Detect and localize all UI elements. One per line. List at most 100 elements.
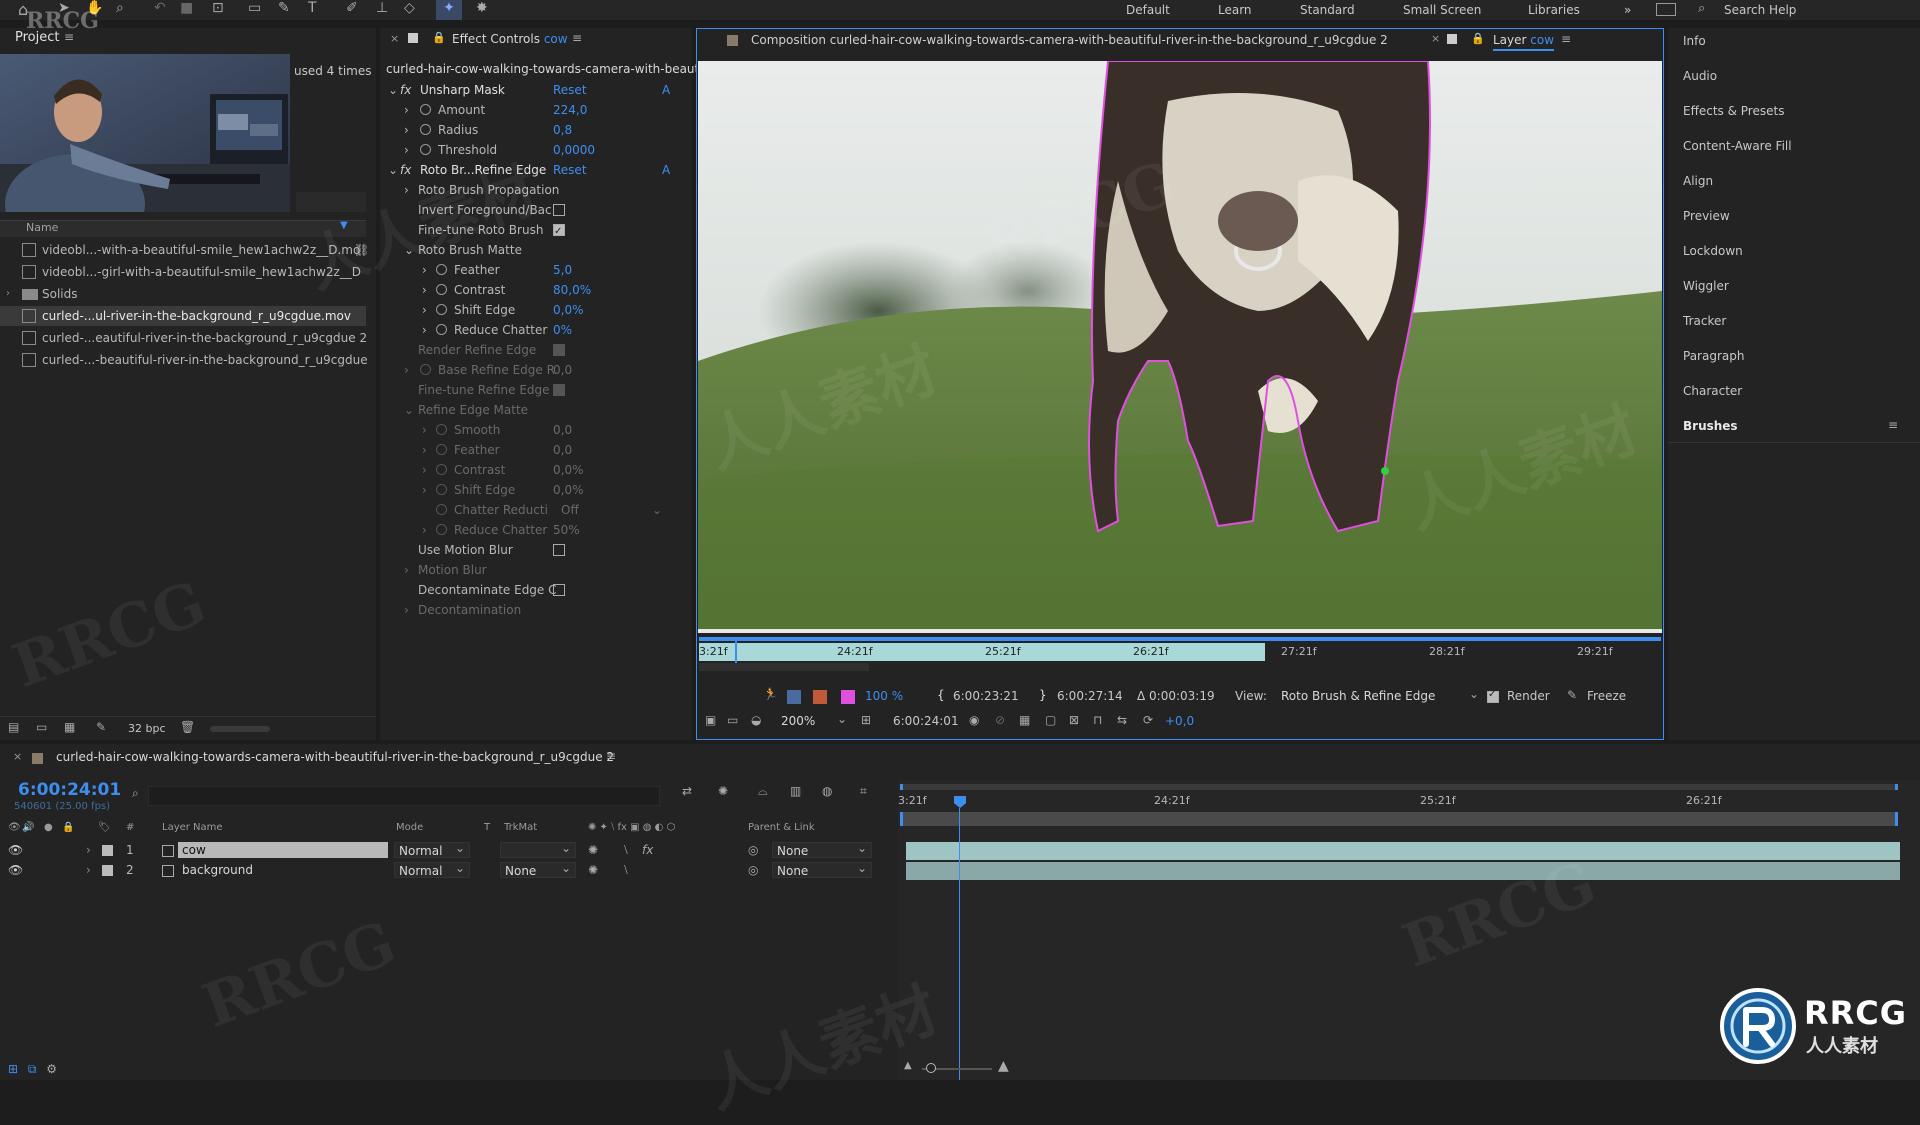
expand-icon[interactable]: › — [404, 120, 409, 140]
rotate-tool-icon[interactable]: ↶ — [154, 0, 166, 16]
zoom-out-icon[interactable]: ▲ — [904, 1060, 912, 1071]
motion-blur-icon[interactable]: ◍ — [822, 784, 832, 798]
mode-dropdown[interactable]: Normal — [394, 860, 470, 878]
work-area-bar[interactable] — [900, 784, 1898, 790]
fx-icon[interactable]: fx — [400, 160, 411, 180]
layer-tab[interactable]: Layer cow — [1493, 33, 1555, 51]
stopwatch-icon[interactable] — [436, 284, 447, 295]
comp-mini-flowchart-icon[interactable]: ⇄ — [682, 784, 692, 798]
overlay-opacity[interactable]: 100 % — [865, 689, 903, 703]
solo-column-icon[interactable]: ● — [44, 822, 53, 833]
in-point-time[interactable]: 6:00:23:21 — [953, 689, 1019, 703]
eraser-tool-icon[interactable]: ◇ — [404, 0, 415, 16]
expand-icon[interactable]: › — [422, 280, 427, 300]
list-item-selected[interactable]: curled-...ul-river-in-the-background_r_u… — [0, 306, 366, 326]
panel-tracker[interactable]: Tracker — [1683, 314, 1726, 328]
parent-pickwhip-icon[interactable]: ◎ — [748, 860, 758, 880]
lock-icon[interactable]: 🔒 — [1471, 32, 1485, 45]
stopwatch-icon[interactable] — [436, 304, 447, 315]
stopwatch-icon[interactable] — [420, 364, 431, 375]
parent-dropdown[interactable]: None — [772, 860, 872, 878]
property-value[interactable]: 0,0% — [553, 480, 584, 500]
timeline-search-input[interactable] — [148, 786, 660, 806]
frame-blending-icon[interactable]: ▥ — [790, 784, 801, 798]
panel-lockdown[interactable]: Lockdown — [1683, 244, 1743, 258]
puppet-tool-icon[interactable]: ✸ — [476, 0, 488, 16]
timeline-timecode[interactable]: 6:00:24:01 — [18, 780, 121, 800]
list-item-folder[interactable]: › Solids — [0, 284, 366, 304]
trkmat-dropdown[interactable]: None — [500, 860, 576, 878]
lock-column-icon[interactable]: 🔒 — [62, 822, 74, 833]
label-column-icon[interactable]: 🏷 — [98, 822, 111, 833]
project-scrollbar[interactable] — [210, 726, 270, 732]
zoom-tool-icon[interactable]: ⌕ — [116, 0, 124, 16]
property-value[interactable]: 0,0% — [553, 300, 584, 320]
layer-row-cow[interactable]: 👁 › 1 cow Normal ✺ ⧵ fx ◎ None — [0, 840, 900, 860]
expand-icon[interactable]: › — [404, 180, 409, 200]
close-tab-icon[interactable]: × — [13, 750, 22, 763]
property-value[interactable]: 0% — [553, 320, 572, 340]
panel-lock-icon[interactable] — [408, 33, 418, 43]
workspace-standard[interactable]: Standard — [1300, 0, 1355, 20]
stopwatch-icon[interactable] — [436, 504, 447, 515]
workspace-learn[interactable]: Learn — [1218, 0, 1252, 20]
out-point-time[interactable]: 6:00:27:14 — [1057, 689, 1123, 703]
new-folder-icon[interactable]: ▭ — [36, 720, 47, 734]
pan-behind-icon[interactable]: ⊡ — [212, 0, 224, 16]
text-tool-icon[interactable]: T — [308, 0, 317, 16]
expand-icon[interactable]: › — [404, 140, 409, 160]
zoom-in-icon[interactable]: ▲ — [998, 1058, 1009, 1074]
layer-bar-background[interactable] — [906, 862, 1900, 880]
stopwatch-icon[interactable] — [420, 144, 431, 155]
label-color-swatch[interactable] — [102, 845, 113, 856]
delete-icon[interactable]: 🗑 — [180, 720, 195, 734]
list-item[interactable]: videobl...-with-a-beautiful-smile_hew1ac… — [0, 240, 369, 260]
expand-icon[interactable]: › — [404, 360, 409, 380]
chatter-dropdown[interactable]: Off — [561, 500, 579, 520]
decontaminate-checkbox[interactable] — [553, 584, 565, 596]
stopwatch-icon[interactable] — [420, 124, 431, 135]
expand-icon[interactable]: › — [404, 600, 409, 620]
collapse-icon[interactable]: ⌄ — [404, 240, 414, 260]
expand-icon[interactable]: › — [404, 100, 409, 120]
list-item[interactable]: curled-...-beautiful-river-in-the-backgr… — [0, 350, 368, 370]
toggle-switches-icon[interactable]: ⊞ — [8, 1062, 18, 1076]
parent-pickwhip-icon[interactable]: ◎ — [748, 840, 758, 860]
motion-blur-checkbox[interactable] — [553, 544, 565, 556]
property-value[interactable]: 0,0 — [553, 360, 572, 380]
mask-visibility-icon[interactable]: ◒ — [751, 713, 761, 727]
roto-person-icon[interactable]: 🏃 — [763, 687, 778, 701]
panel-align[interactable]: Align — [1683, 174, 1713, 188]
magnification-dropdown[interactable]: 200% — [781, 714, 815, 728]
label-color-swatch[interactable] — [102, 865, 113, 876]
trkmat-column[interactable]: TrkMat — [504, 822, 537, 833]
property-value[interactable]: 5,0 — [553, 260, 572, 280]
panel-info[interactable]: Info — [1683, 34, 1706, 48]
expand-icon[interactable]: › — [86, 860, 91, 880]
audio-column-icon[interactable]: 🔊 — [22, 822, 34, 833]
roto-overlay-icon[interactable] — [813, 690, 827, 704]
monitor-icon[interactable]: ▭ — [727, 713, 738, 727]
snapshot-icon[interactable]: ◉ — [969, 713, 979, 727]
expand-icon[interactable]: › — [422, 480, 427, 500]
layer-viewer-image[interactable] — [698, 61, 1662, 633]
trkmat-dropdown[interactable] — [500, 840, 576, 858]
more-workspaces-icon[interactable]: » — [1624, 0, 1631, 20]
panel-wiggler[interactable]: Wiggler — [1683, 279, 1729, 293]
workspace-menu-icon[interactable] — [1656, 3, 1676, 16]
brush-tool-icon[interactable]: ✐ — [346, 0, 358, 16]
panel-menu-icon[interactable]: ≡ — [1888, 418, 1898, 432]
camera-tool-icon[interactable]: ■ — [180, 0, 193, 16]
viewer-time-ruler[interactable]: 3:21f 24:21f 25:21f 26:21f 27:21f 28:21f… — [699, 637, 1661, 677]
interpret-footage-icon[interactable]: ▤ — [8, 720, 19, 734]
shy-layers-icon[interactable]: ⌓ — [758, 784, 768, 799]
overlay-color-swatch[interactable] — [841, 690, 855, 704]
about-link[interactable]: A — [662, 80, 670, 100]
chevron-down-icon[interactable]: ⌄ — [837, 712, 847, 726]
new-composition-icon[interactable]: ▦ — [64, 720, 75, 734]
work-area-bar[interactable] — [699, 637, 1661, 641]
clone-stamp-icon[interactable]: ⊥ — [376, 0, 388, 16]
lock-icon[interactable]: 🔒 — [432, 31, 446, 44]
collapse-icon[interactable]: ⌄ — [388, 160, 398, 180]
panel-menu-icon[interactable]: ≡ — [572, 31, 582, 45]
